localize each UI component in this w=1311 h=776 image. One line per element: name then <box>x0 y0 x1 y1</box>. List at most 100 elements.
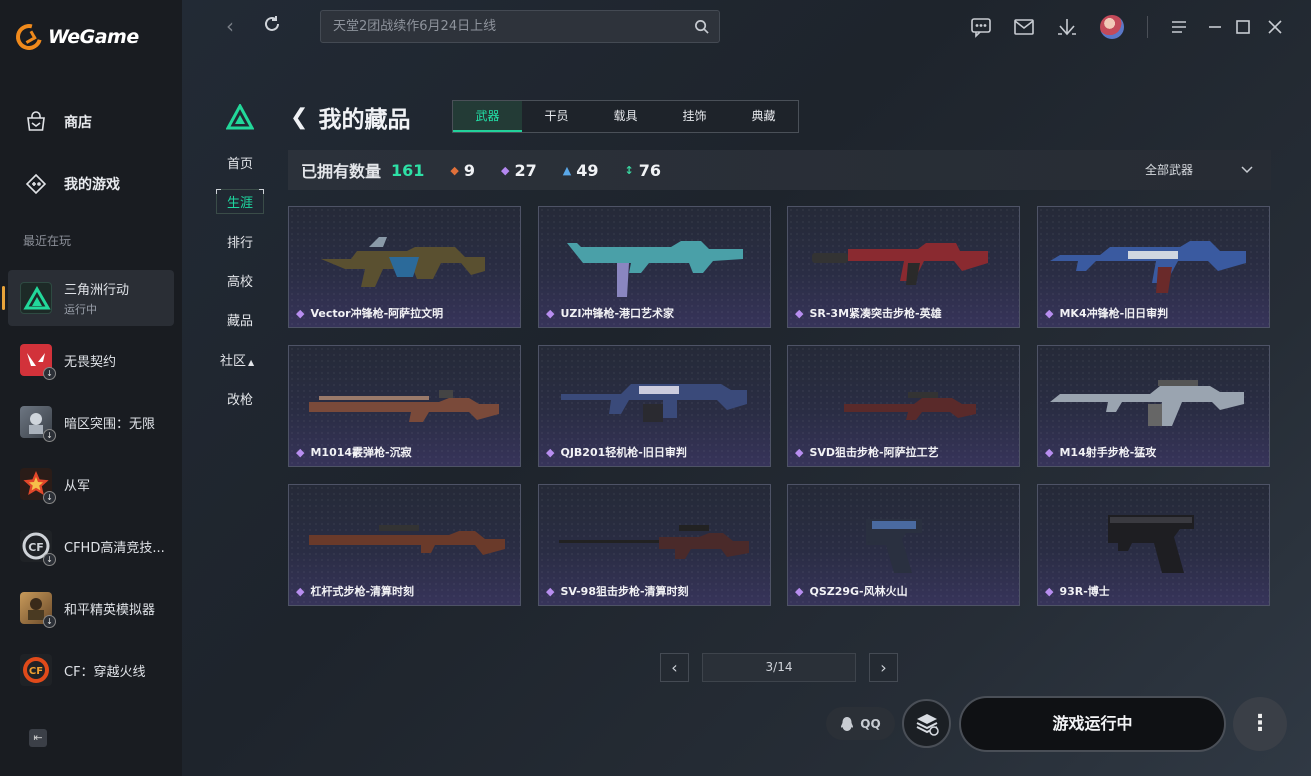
divider <box>1147 16 1148 38</box>
inner-nav-collection[interactable]: 藏品 <box>216 310 264 329</box>
layers-icon <box>916 713 939 736</box>
more-options-icon[interactable]: ⋮ <box>1233 697 1287 751</box>
tab-weapons[interactable]: 武器 <box>453 101 522 132</box>
recent-played-label: 最近在玩 <box>23 234 72 248</box>
page-title[interactable]: ❮ 我的藏品 <box>290 100 410 134</box>
game-item-cfhd[interactable]: CF ↓ CFHD高清竞技... <box>8 518 174 574</box>
collection-card[interactable]: ◆ SR-3M紧凑突击步枪-英雄 <box>787 206 1020 328</box>
collection-card[interactable]: ◆ 93R-博士 <box>1037 484 1270 606</box>
search-input[interactable] <box>321 11 681 42</box>
inner-nav-community[interactable]: 社区 ▲ <box>220 350 264 369</box>
item-name: ◆ MK4冲锋枪-旧日审判 <box>1045 305 1168 321</box>
category-tabs: 武器 干员 载具 挂饰 典藏 <box>452 100 799 133</box>
game-item-congjun[interactable]: ↓ 从军 <box>8 456 174 512</box>
user-avatar[interactable] <box>1100 15 1124 39</box>
collapse-sidebar-icon[interactable]: ⇤ <box>29 729 47 747</box>
search-icon[interactable] <box>694 19 709 34</box>
diamond-icon: ◆ <box>450 163 459 177</box>
tab-operators[interactable]: 干员 <box>522 101 591 132</box>
main-panel: ‹ 首页 生涯 排行 高校 藏品 社区▲ 改枪 ❮ 我的藏品 <box>182 0 1311 776</box>
game-item-crossfire[interactable]: CF CF：穿越火线 <box>8 642 174 698</box>
item-name-text: M1014霰弹枪-沉寂 <box>310 446 412 459</box>
weapon-image <box>812 243 988 285</box>
close-icon[interactable] <box>1264 16 1286 38</box>
download-icon: ↓ <box>43 491 56 504</box>
inner-nav-mod[interactable]: 改枪 <box>216 389 264 408</box>
collection-card[interactable]: ◆ M1014霰弹枪-沉寂 <box>288 345 521 467</box>
collection-card[interactable]: ◆ MK4冲锋枪-旧日审判 <box>1037 206 1270 328</box>
game-item-arena-breakout[interactable]: ↓ 暗区突围：无限 <box>8 394 174 450</box>
game-running-button[interactable]: 游戏运行中 <box>959 696 1226 752</box>
rarity-purple-count: ◆ 27 <box>501 161 537 180</box>
nav-my-games[interactable]: 我的游戏 <box>24 172 120 196</box>
minimize-icon[interactable] <box>1204 16 1226 38</box>
inner-nav-community-label: 社区 <box>220 354 247 369</box>
download-icon: ↓ <box>43 429 56 442</box>
collection-card[interactable]: ◆ M14射手步枪-猛攻 <box>1037 345 1270 467</box>
download-icon: ↓ <box>43 553 56 566</box>
weapon-image <box>559 525 749 559</box>
collection-card[interactable]: ◆ 杠杆式步枪-清算时刻 <box>288 484 521 606</box>
search-box[interactable] <box>320 10 720 43</box>
weapon-image <box>1108 515 1194 573</box>
qq-label: QQ <box>860 716 881 731</box>
crossfire-icon: CF <box>20 654 52 686</box>
item-name-text: M14射手步枪-猛攻 <box>1059 446 1157 459</box>
next-page-button[interactable]: › <box>869 653 898 682</box>
chevron-up-icon: ▲ <box>248 358 255 367</box>
delta-force-logo-icon[interactable] <box>226 104 254 130</box>
nav-store[interactable]: 商店 <box>24 110 92 134</box>
weapon-image <box>567 241 743 297</box>
item-name: ◆ QJB201轻机枪-旧日审判 <box>546 444 687 460</box>
weapon-filter-dropdown[interactable]: 全部武器 <box>1145 161 1253 178</box>
refresh-icon[interactable] <box>260 14 284 38</box>
inner-nav-ranking[interactable]: 排行 <box>216 232 264 251</box>
collection-card[interactable]: ◆ QJB201轻机枪-旧日审判 <box>538 345 771 467</box>
weapon-image <box>309 390 499 422</box>
pubg-simulator-icon: ↓ <box>20 592 56 628</box>
game-item-valorant[interactable]: ↓ 无畏契约 <box>8 332 174 388</box>
inner-nav-college[interactable]: 高校 <box>216 271 264 290</box>
weapon-image <box>321 237 485 287</box>
collection-card[interactable]: ◆ QSZ29G-风林火山 <box>787 484 1020 606</box>
prev-page-button[interactable]: ‹ <box>660 653 689 682</box>
download-manager-icon[interactable] <box>1056 16 1078 38</box>
game-item-delta-force[interactable]: 三角洲行动 运行中 <box>2 270 174 326</box>
qq-button[interactable]: QQ <box>826 707 895 740</box>
back-arrow-icon[interactable]: ‹ <box>218 14 242 38</box>
download-icon: ↓ <box>43 615 56 628</box>
overlay-button[interactable] <box>902 699 951 748</box>
rarity-gem-icon: ◆ <box>296 306 305 320</box>
wegame-logo[interactable]: WeGame <box>11 19 139 55</box>
chevron-down-icon <box>1241 165 1253 173</box>
item-name: ◆ SVD狙击步枪-阿萨拉工艺 <box>795 444 939 460</box>
tab-collectibles[interactable]: 典藏 <box>729 101 798 132</box>
menu-icon[interactable] <box>1168 16 1190 38</box>
tab-charms[interactable]: 挂饰 <box>660 101 729 132</box>
inner-nav-home[interactable]: 首页 <box>216 153 264 172</box>
mail-icon[interactable] <box>1013 16 1035 38</box>
tab-vehicles[interactable]: 载具 <box>591 101 660 132</box>
left-sidebar: WeGame 商店 我的游戏 最近在玩 三角洲行动 运行中 ↓ 无畏契约 ↓ 暗… <box>0 0 182 776</box>
rarity-purple-value: 27 <box>514 160 537 180</box>
collection-card[interactable]: ◆ UZI冲锋枪-港口艺术家 <box>538 206 771 328</box>
item-name-text: MK4冲锋枪-旧日审判 <box>1059 307 1169 320</box>
arena-breakout-icon: ↓ <box>20 406 56 442</box>
item-name-text: UZI冲锋枪-港口艺术家 <box>560 307 675 320</box>
collection-card[interactable]: ◆ SVD狙击步枪-阿萨拉工艺 <box>787 345 1020 467</box>
rarity-blue-value: 49 <box>576 160 599 180</box>
game-status: 运行中 <box>64 303 97 316</box>
diamond-icon: ◆ <box>501 163 510 177</box>
weapon-image <box>844 392 976 420</box>
weapon-image <box>561 384 747 422</box>
game-name: 三角洲行动 <box>64 283 130 298</box>
collection-card[interactable]: ◆ SV-98狙击步枪-清算时刻 <box>538 484 771 606</box>
game-item-pubg-simulator[interactable]: ↓ 和平精英模拟器 <box>8 580 174 636</box>
collection-card[interactable]: ◆ Vector冲锋枪-阿萨拉文明 <box>288 206 521 328</box>
chevron-up-icon: ▲ <box>562 163 572 177</box>
maximize-icon[interactable] <box>1232 16 1254 38</box>
game-name: 和平精英模拟器 <box>64 602 156 618</box>
chat-icon[interactable] <box>970 16 992 38</box>
game-name: 无畏契约 <box>64 354 117 370</box>
inner-nav-career[interactable]: 生涯 <box>216 189 264 214</box>
